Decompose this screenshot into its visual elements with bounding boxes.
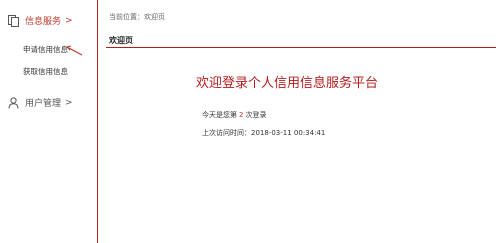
welcome-heading: 欢迎登录个人信用信息服务平台 [195,76,378,91]
sidebar-divider [97,0,98,243]
login-count-line: 今天是您第 2 次登录 [202,110,266,120]
nav-user-management[interactable]: 用户管理 > [8,96,73,109]
sidebar: 信息服务 > 申请信用信息 获取信用信息 用户管理 > [0,0,97,243]
arrow-icon [66,45,83,56]
nav-user-management-label: 用户管理 [25,99,62,109]
last-visit-time: 2018-03-11 00:34:41 [251,129,326,137]
title-divider [106,47,496,48]
chevron-right-icon: > [65,97,73,108]
login-count-suffix: 次登录 [245,111,267,119]
chevron-right-icon: > [65,15,73,26]
nav-info-service-label: 信息服务 [25,17,62,27]
login-count-prefix: 今天是您第 [202,111,237,119]
user-icon [8,96,19,109]
nav-info-service[interactable]: 信息服务 > [8,14,73,27]
document-icon [8,14,19,27]
login-count: 2 [239,111,244,119]
sidebar-item-apply-credit-info[interactable]: 申请信用信息 [23,44,68,55]
page-title: 欢迎页 [109,36,133,45]
last-visit-line: 上次访问时间：2018-03-11 00:34:41 [202,128,325,138]
breadcrumb: 当前位置：欢迎页 [109,13,165,21]
last-visit-label: 上次访问时间： [202,129,251,137]
